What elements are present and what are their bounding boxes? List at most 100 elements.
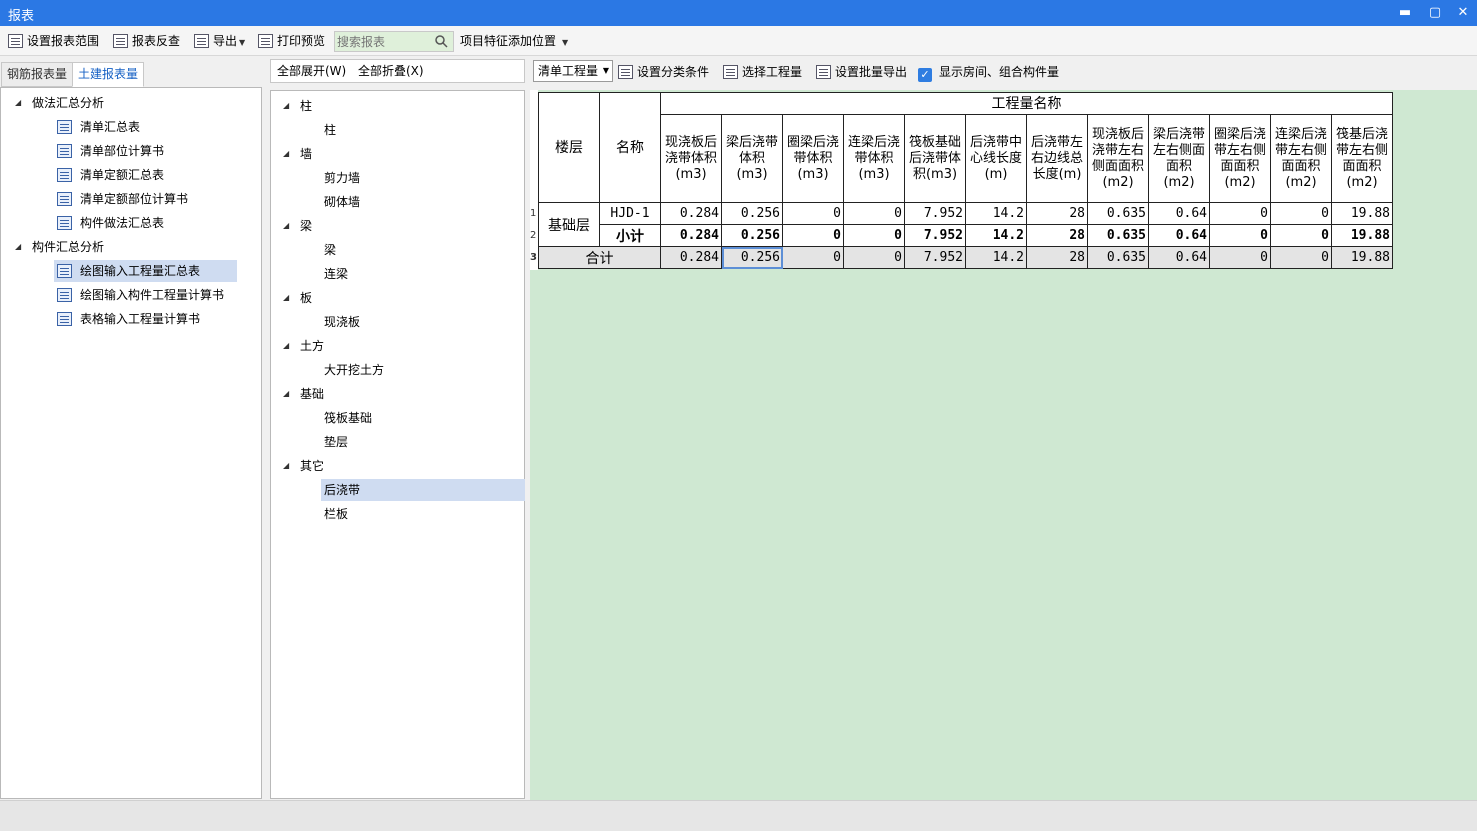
header-quantity-group: 工程量名称: [660, 92, 1393, 115]
value-cell-selected[interactable]: 0.256: [721, 246, 783, 269]
feature-position-dropdown[interactable]: 项目特征添加位置 ▼: [460, 32, 568, 50]
value-cell[interactable]: 0: [843, 246, 905, 269]
value-cell[interactable]: 14.2: [965, 202, 1027, 225]
value-cell[interactable]: 0: [1270, 224, 1332, 247]
report-search-input[interactable]: [337, 33, 429, 50]
column-header: 现浇板后浇带体积(m3): [660, 114, 722, 203]
value-cell[interactable]: 0: [1209, 224, 1271, 247]
total-label[interactable]: 合计: [538, 246, 661, 269]
report-icon: [57, 168, 72, 182]
value-cell[interactable]: 0.256: [721, 224, 783, 247]
value-cell[interactable]: 0: [1209, 246, 1271, 269]
value-cell[interactable]: 0.284: [660, 202, 722, 225]
window-title: 报表: [8, 9, 35, 24]
search-icon[interactable]: [434, 34, 449, 49]
tree-item-bill-quota-summary[interactable]: 清单定额汇总表: [57, 165, 237, 185]
tab-rebar-report[interactable]: 钢筋报表量: [1, 62, 74, 87]
quantity-type-select[interactable]: 清单工程量 ▼: [533, 60, 613, 82]
value-cell[interactable]: 0: [1209, 202, 1271, 225]
batch-export-button[interactable]: 设置批量导出: [816, 63, 907, 81]
value-cell[interactable]: 19.88: [1331, 246, 1393, 269]
minimize-button[interactable]: ▬: [1391, 2, 1419, 24]
tree-item-shear-wall[interactable]: 剪力墙: [324, 168, 360, 188]
print-preview-button[interactable]: 打印预览: [258, 32, 325, 50]
tab-civil-report[interactable]: 土建报表量: [72, 62, 145, 87]
tree-item-bill-quota-position-calc[interactable]: 清单定额部位计算书: [57, 189, 237, 209]
value-cell[interactable]: 28: [1026, 224, 1088, 247]
value-cell[interactable]: 28: [1026, 246, 1088, 269]
tree-item-beam[interactable]: 梁: [324, 240, 336, 260]
value-cell[interactable]: 0: [843, 224, 905, 247]
value-cell[interactable]: 0.256: [721, 202, 783, 225]
value-cell[interactable]: 0.635: [1087, 246, 1149, 269]
expanded-triangle-icon: ◢: [283, 389, 290, 398]
batch-export-icon: [816, 65, 831, 79]
print-preview-icon: [258, 34, 273, 48]
report-tree-panel: ◢ 做法汇总分析 清单汇总表 清单部位计算书 清单定额汇总表 清单定额部位计算书…: [0, 87, 262, 799]
value-cell[interactable]: 0.635: [1087, 224, 1149, 247]
set-report-range-button[interactable]: 设置报表范围: [8, 32, 99, 50]
report-search-box: [334, 31, 454, 52]
tree-item-table-qty-calc[interactable]: 表格输入工程量计算书: [57, 309, 237, 329]
value-cell[interactable]: 0: [843, 202, 905, 225]
value-cell[interactable]: 7.952: [904, 224, 966, 247]
tree-item-cast-slab[interactable]: 现浇板: [324, 312, 360, 332]
collapse-all-button[interactable]: 全部折叠(X): [358, 61, 424, 81]
value-cell[interactable]: 0.284: [660, 224, 722, 247]
expanded-triangle-icon: ◢: [283, 221, 290, 230]
tree-item-bill-position-calc[interactable]: 清单部位计算书: [57, 141, 237, 161]
show-rooms-label: 显示房间、组合构件量: [939, 65, 1060, 79]
tree-item-cushion[interactable]: 垫层: [324, 432, 348, 452]
tree-item-post-cast-strip[interactable]: 后浇带: [321, 479, 525, 501]
value-cell[interactable]: 19.88: [1331, 224, 1393, 247]
chevron-down-icon: ▼: [602, 66, 609, 75]
report-grid: 1 2 3 楼层 名称 工程量名称 现浇板后浇带体积(m3) 梁后浇带体积(m3…: [530, 90, 1477, 800]
value-cell[interactable]: 0: [782, 224, 844, 247]
value-cell[interactable]: 7.952: [904, 202, 966, 225]
select-quantity-button[interactable]: 选择工程量: [723, 63, 802, 81]
expanded-triangle-icon: ◢: [15, 242, 22, 251]
tree-group-label: 做法汇总分析: [32, 96, 105, 110]
tree-item-masonry-wall[interactable]: 砌体墙: [324, 192, 360, 212]
maximize-button[interactable]: ▢: [1421, 2, 1449, 24]
report-icon: [57, 192, 72, 206]
tree-item-drawing-component-calc[interactable]: 绘图输入构件工程量计算书: [57, 285, 237, 305]
value-cell[interactable]: 0: [1270, 202, 1332, 225]
value-cell[interactable]: 0.284: [660, 246, 722, 269]
value-cell[interactable]: 0.64: [1148, 202, 1210, 225]
export-dropdown-button[interactable]: 导出 ▼: [194, 32, 245, 50]
tree-item-coupling-beam[interactable]: 连梁: [324, 264, 348, 284]
floor-cell[interactable]: 基础层: [538, 202, 600, 247]
value-cell[interactable]: 0.64: [1148, 246, 1210, 269]
tree-item-bill-summary[interactable]: 清单汇总表: [57, 117, 237, 137]
value-cell[interactable]: 14.2: [965, 224, 1027, 247]
value-cell[interactable]: 28: [1026, 202, 1088, 225]
column-header: 梁后浇带体积(m3): [721, 114, 783, 203]
value-cell[interactable]: 14.2: [965, 246, 1027, 269]
tree-item-parapet[interactable]: 栏板: [324, 504, 348, 524]
header-floor: 楼层: [538, 92, 600, 203]
report-reverse-check-button[interactable]: 报表反查: [113, 32, 180, 50]
name-cell[interactable]: HJD-1: [599, 202, 661, 225]
set-classify-button[interactable]: 设置分类条件: [618, 63, 709, 81]
close-button[interactable]: ✕: [1449, 2, 1477, 24]
row-number: 3: [530, 252, 537, 263]
expanded-triangle-icon: ◢: [283, 101, 290, 110]
tree-item-raft-foundation[interactable]: 筏板基础: [324, 408, 372, 428]
value-cell[interactable]: 0: [1270, 246, 1332, 269]
subtotal-label[interactable]: 小计: [599, 224, 661, 247]
show-rooms-checkbox[interactable]: ✓ 显示房间、组合构件量: [918, 63, 1060, 82]
tree-item-excavation[interactable]: 大开挖土方: [324, 360, 384, 380]
tree-group-label: 板: [300, 291, 313, 305]
tree-item-component-method-summary[interactable]: 构件做法汇总表: [57, 213, 237, 233]
tree-item-column[interactable]: 柱: [324, 120, 336, 140]
tree-item-drawing-qty-summary[interactable]: 绘图输入工程量汇总表: [54, 260, 237, 282]
value-cell[interactable]: 0.635: [1087, 202, 1149, 225]
value-cell[interactable]: 0: [782, 202, 844, 225]
value-cell[interactable]: 0: [782, 246, 844, 269]
expand-all-button[interactable]: 全部展开(W): [277, 61, 346, 81]
value-cell[interactable]: 19.88: [1331, 202, 1393, 225]
value-cell[interactable]: 7.952: [904, 246, 966, 269]
quantity-table: 楼层 名称 工程量名称 现浇板后浇带体积(m3) 梁后浇带体积(m3) 圈梁后浇…: [538, 92, 1393, 269]
value-cell[interactable]: 0.64: [1148, 224, 1210, 247]
